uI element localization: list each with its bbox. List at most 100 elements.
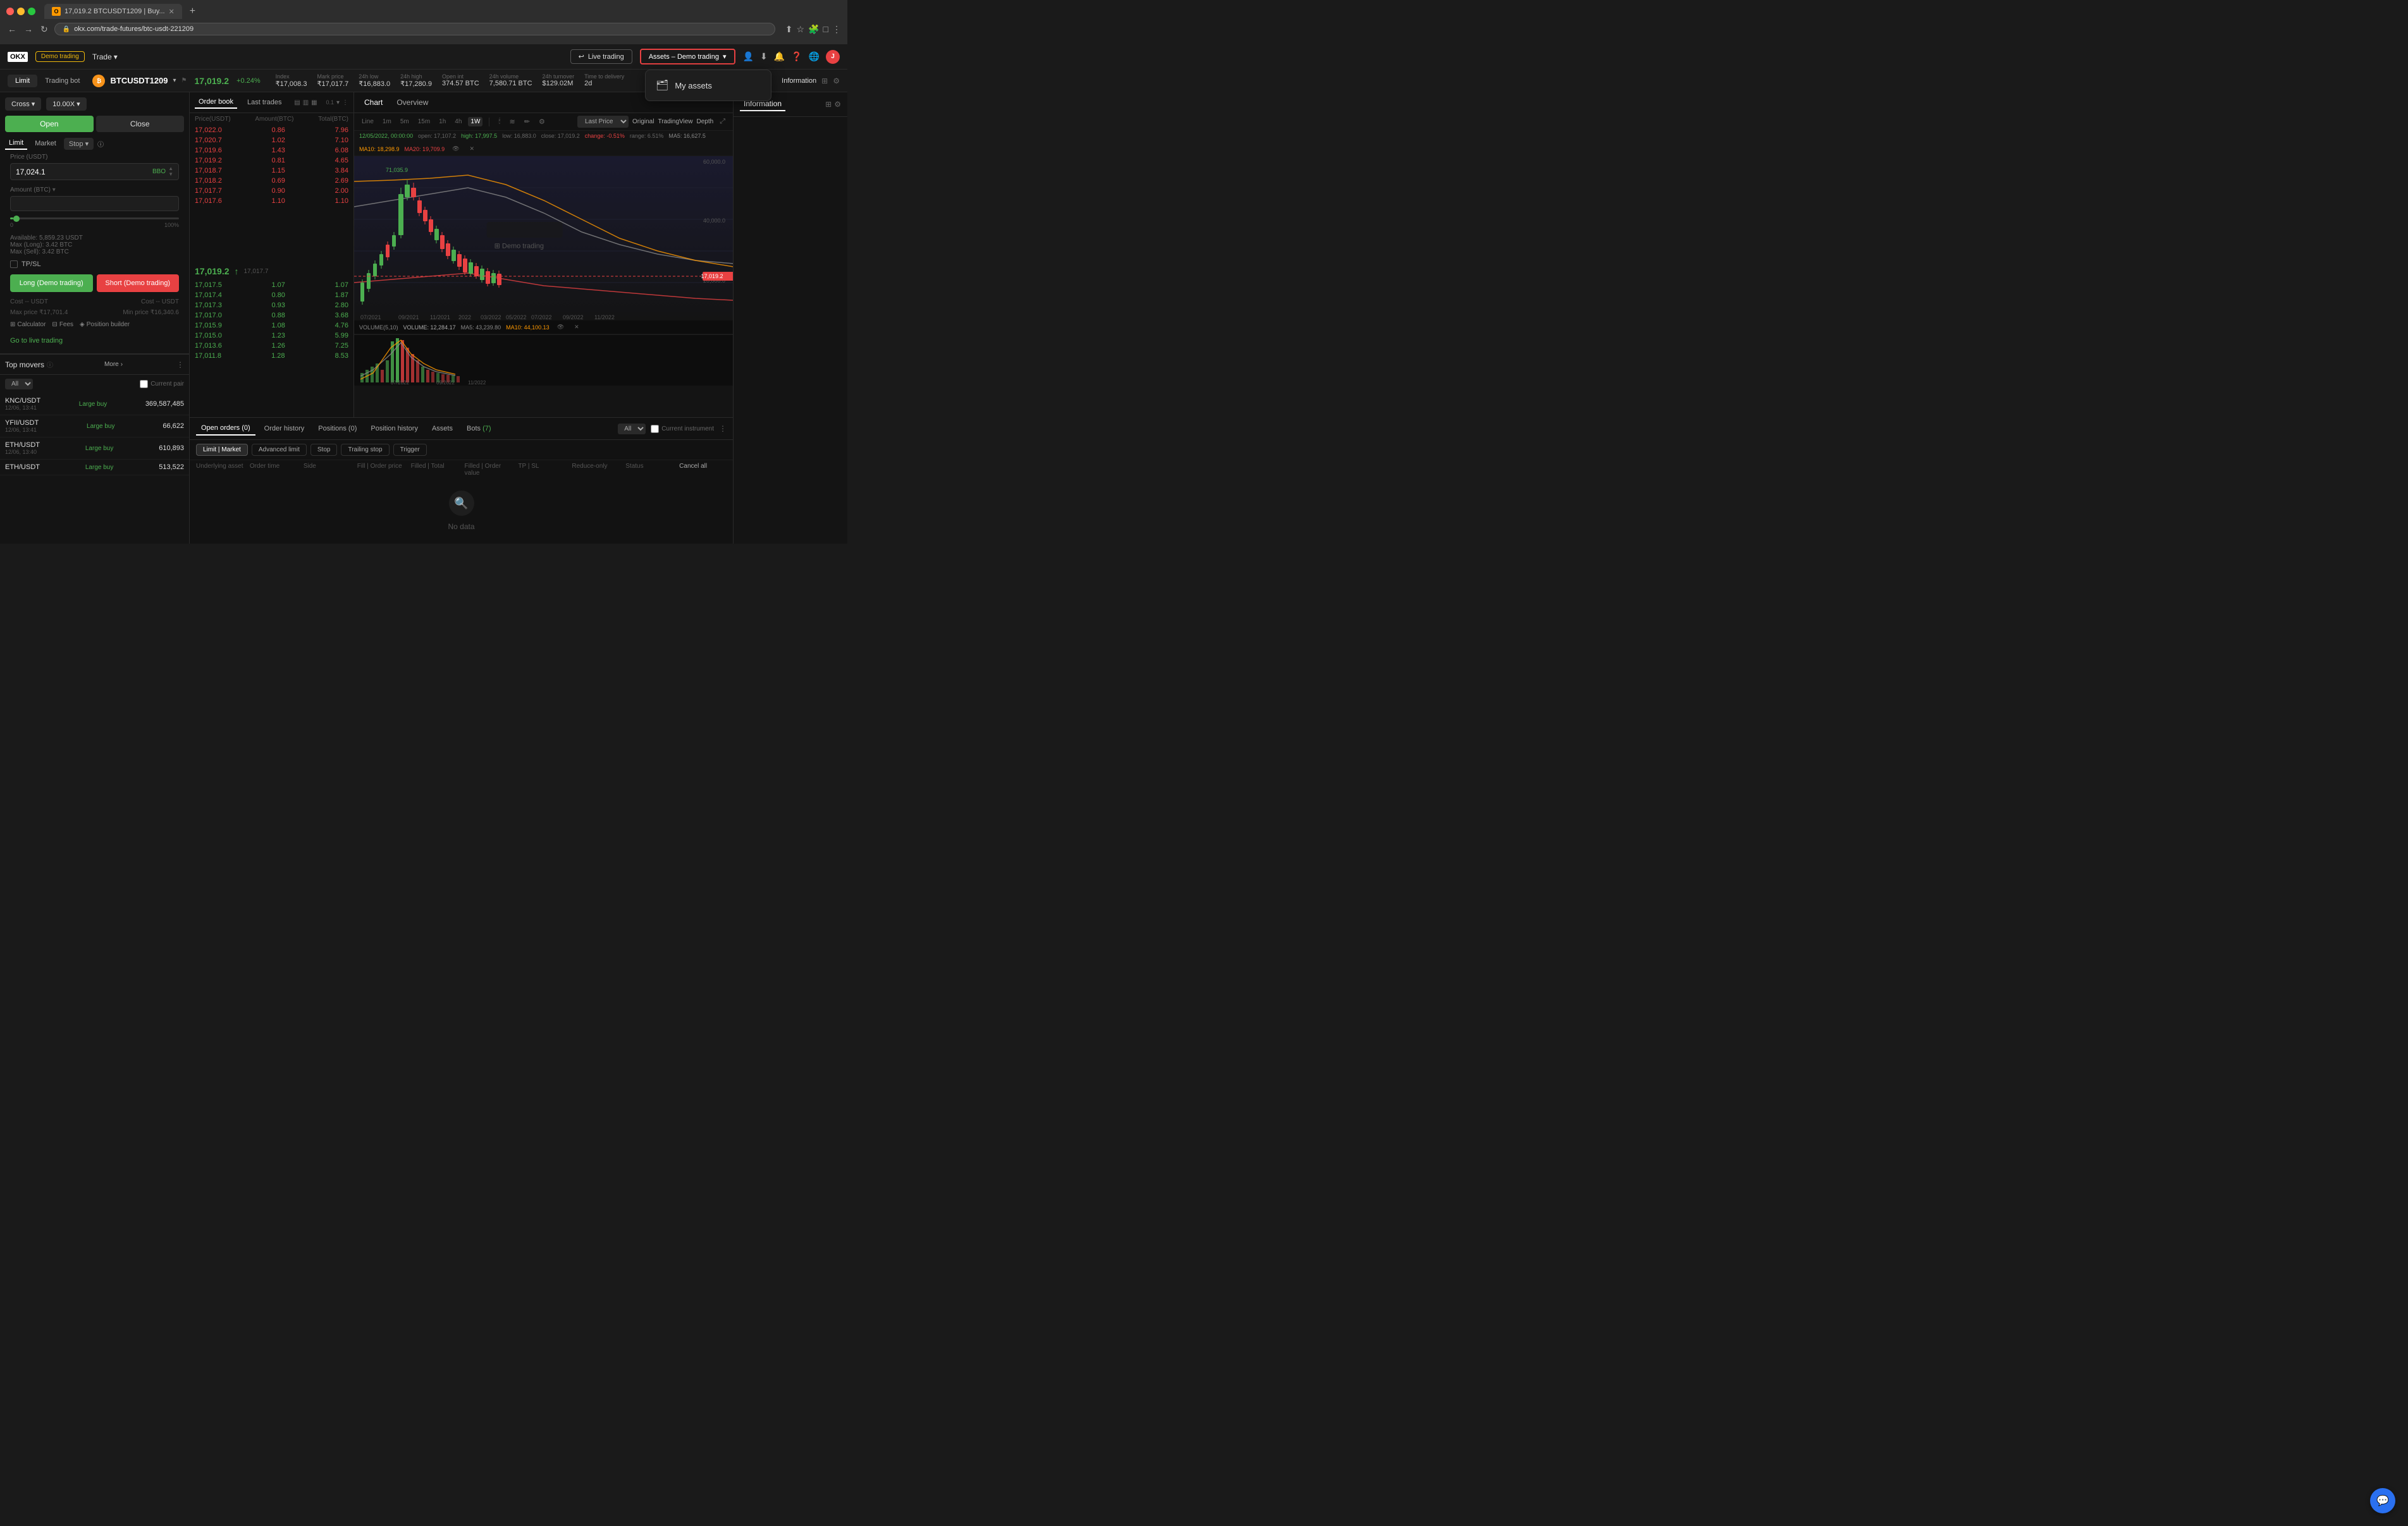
bookmark-btn[interactable]: ☆ bbox=[797, 24, 805, 35]
layout-icon-btn[interactable]: ⊞ bbox=[821, 76, 828, 85]
trailing-stop-filter[interactable]: Trailing stop bbox=[341, 444, 389, 456]
vol-settings-icon[interactable]: 👁 bbox=[555, 322, 567, 332]
open-button[interactable]: Open bbox=[5, 116, 94, 132]
help-icon-btn[interactable]: ❓ bbox=[791, 51, 802, 62]
user-icon-btn[interactable]: 👤 bbox=[743, 51, 754, 62]
order-history-tab[interactable]: Order history bbox=[259, 422, 310, 435]
calculator-btn[interactable]: ⊞ Calculator bbox=[10, 321, 46, 328]
position-builder-btn[interactable]: ◈ Position builder bbox=[80, 321, 130, 328]
movers-menu-icon[interactable]: ⋮ bbox=[176, 360, 184, 369]
ma-settings-icon[interactable]: 👁 bbox=[450, 144, 462, 154]
more-button[interactable]: More › bbox=[104, 361, 123, 368]
chat-button[interactable]: 💬 bbox=[2370, 1488, 2395, 1513]
close-tab-icon[interactable]: ✕ bbox=[169, 8, 175, 16]
ask-row[interactable]: 17,022.0 0.86 7.96 bbox=[190, 125, 353, 135]
bbo-button[interactable]: BBO bbox=[152, 168, 166, 175]
5m-btn[interactable]: 5m bbox=[398, 117, 412, 126]
ob-view-btn2[interactable]: ▥ bbox=[303, 99, 309, 106]
mover-list-item[interactable]: YFII/USDT 12/06, 13:41 Large buy 66,622 bbox=[0, 415, 189, 437]
trade-menu[interactable]: Trade ▾ bbox=[92, 52, 118, 61]
active-browser-tab[interactable]: O 17,019.2 BTCUSDT1209 | Buy... ✕ bbox=[44, 4, 182, 19]
15m-btn[interactable]: 15m bbox=[415, 117, 433, 126]
chart-tab[interactable]: Chart bbox=[360, 96, 386, 109]
draw-btn[interactable]: ✏ bbox=[522, 116, 532, 127]
line-btn[interactable]: Line bbox=[359, 117, 376, 126]
order-book-tab[interactable]: Order book bbox=[195, 96, 237, 109]
1m-btn[interactable]: 1m bbox=[380, 117, 394, 126]
long-button[interactable]: Long (Demo trading) bbox=[10, 274, 93, 292]
bid-row[interactable]: 17,017.0 0.88 3.68 bbox=[190, 310, 353, 320]
live-trading-button[interactable]: ↩ Time to delivery Live trading bbox=[570, 49, 632, 64]
short-button[interactable]: Short (Demo trading) bbox=[97, 274, 180, 292]
assets-demo-button[interactable]: Assets – Demo trading ▾ bbox=[640, 49, 735, 64]
bots-tab[interactable]: Bots (7) bbox=[462, 422, 496, 435]
close-window-btn[interactable] bbox=[6, 8, 14, 15]
price-increment-btn[interactable]: ▲ bbox=[168, 166, 173, 171]
bid-row[interactable]: 17,017.5 1.07 1.07 bbox=[190, 280, 353, 290]
trading-bot-tab[interactable]: Trading bot bbox=[45, 77, 80, 85]
globe-icon-btn[interactable]: 🌐 bbox=[809, 51, 820, 62]
open-orders-tab[interactable]: Open orders (0) bbox=[196, 422, 255, 436]
current-pair-checkbox[interactable] bbox=[140, 380, 148, 388]
stop-select[interactable]: Stop ▾ bbox=[64, 138, 94, 150]
ma-close-icon[interactable]: ✕ bbox=[467, 144, 477, 154]
ob-view-btn1[interactable]: ▤ bbox=[294, 99, 300, 106]
cancel-all-btn[interactable]: Cancel all bbox=[679, 463, 727, 477]
notification-icon-btn[interactable]: 🔔 bbox=[774, 51, 785, 62]
bid-row[interactable]: 17,013.6 1.26 7.25 bbox=[190, 341, 353, 351]
1h-btn[interactable]: 1h bbox=[436, 117, 448, 126]
ask-row[interactable]: 17,018.7 1.15 3.84 bbox=[190, 166, 353, 176]
tpsl-checkbox[interactable] bbox=[10, 260, 18, 268]
right-settings-icon-btn[interactable]: ⚙ bbox=[834, 100, 841, 109]
tradingview-btn[interactable]: TradingView bbox=[658, 118, 692, 125]
candle-type-btn[interactable]: 🕯 bbox=[496, 116, 503, 127]
last-trades-tab[interactable]: Last trades bbox=[243, 97, 285, 108]
orders-menu-icon[interactable]: ⋮ bbox=[719, 424, 727, 433]
limit-market-filter[interactable]: Limit | Market bbox=[196, 444, 248, 456]
original-view-btn[interactable]: Original bbox=[632, 118, 654, 125]
forward-btn[interactable]: → bbox=[23, 23, 34, 35]
cross-button[interactable]: Cross ▾ bbox=[5, 97, 41, 111]
4h-btn[interactable]: 4h bbox=[452, 117, 464, 126]
assets-tab[interactable]: Assets bbox=[427, 422, 458, 435]
new-tab-button[interactable]: + bbox=[185, 4, 200, 18]
demo-trading-badge[interactable]: Demo trading bbox=[35, 51, 85, 62]
bid-row[interactable]: 17,011.8 1.28 8.53 bbox=[190, 351, 353, 361]
user-avatar[interactable]: J bbox=[826, 50, 840, 64]
extensions-btn[interactable]: ⬆ bbox=[785, 24, 793, 35]
settings-icon-btn[interactable]: ⚙ bbox=[833, 76, 840, 85]
market-tab[interactable]: Market bbox=[31, 138, 60, 149]
fees-btn[interactable]: ⊟ Fees bbox=[52, 321, 73, 328]
mover-list-item[interactable]: ETH/USDT Large buy 513,522 bbox=[0, 460, 189, 475]
mover-list-item[interactable]: ETH/USDT 12/06, 13:40 Large buy 610,893 bbox=[0, 437, 189, 460]
maximize-window-btn[interactable] bbox=[28, 8, 35, 15]
ob-menu-icon[interactable]: ⋮ bbox=[342, 99, 348, 106]
order-info-icon[interactable]: ⓘ bbox=[97, 139, 104, 149]
1w-btn[interactable]: 1W bbox=[468, 117, 482, 126]
all-select[interactable]: All bbox=[618, 424, 646, 434]
slider-thumb[interactable] bbox=[13, 216, 20, 222]
fullscreen-icon-btn[interactable]: ⤢ bbox=[717, 116, 728, 127]
position-history-tab[interactable]: Position history bbox=[366, 422, 423, 435]
price-type-select[interactable]: Last Price bbox=[577, 116, 629, 128]
advanced-limit-filter[interactable]: Advanced limit bbox=[252, 444, 307, 456]
trigger-filter[interactable]: Trigger bbox=[393, 444, 427, 456]
ob-size-chevron[interactable]: ▾ bbox=[336, 99, 340, 106]
address-bar[interactable]: 🔒 okx.com/trade-futures/btc-usdt-221209 bbox=[54, 23, 775, 35]
extensions-btn2[interactable]: 🧩 bbox=[808, 24, 819, 35]
pair-name[interactable]: BTCUSDT1209 bbox=[110, 76, 168, 85]
go-live-link[interactable]: Go to live trading bbox=[10, 337, 63, 345]
right-grid-icon-btn[interactable]: ⊞ bbox=[825, 100, 832, 109]
settings-chart-btn[interactable]: ⚙ bbox=[536, 116, 548, 127]
ob-view-btn3[interactable]: ▦ bbox=[311, 99, 317, 106]
bid-row[interactable]: 17,015.0 1.23 5.99 bbox=[190, 331, 353, 341]
limit-tab[interactable]: Limit bbox=[5, 137, 27, 150]
vol-close-icon[interactable]: ✕ bbox=[572, 322, 582, 332]
bid-row[interactable]: 17,017.3 0.93 2.80 bbox=[190, 300, 353, 310]
bid-row[interactable]: 17,017.4 0.80 1.87 bbox=[190, 290, 353, 300]
download-icon-btn[interactable]: ⬇ bbox=[760, 51, 768, 62]
mover-list-item[interactable]: KNC/USDT 12/06, 13:41 Large buy 369,587,… bbox=[0, 393, 189, 415]
ask-row[interactable]: 17,020.7 1.02 7.10 bbox=[190, 135, 353, 145]
indicators-btn[interactable]: ≋ bbox=[507, 116, 518, 127]
my-assets-item[interactable]: 🗂 My assets bbox=[646, 70, 771, 101]
